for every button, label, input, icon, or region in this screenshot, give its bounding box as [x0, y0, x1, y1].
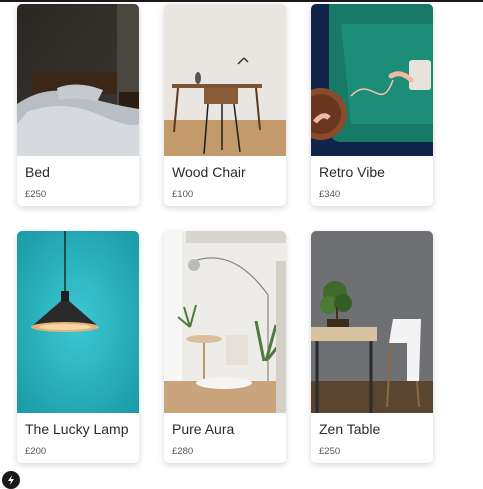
- product-price: £250: [319, 446, 341, 457]
- product-name: Pure Aura: [172, 421, 235, 437]
- wood-chair-photo: [164, 4, 286, 156]
- retro-phone-photo: [311, 4, 433, 156]
- product-price: £250: [25, 189, 47, 200]
- product-name: The Lucky Lamp: [25, 421, 129, 437]
- product-card-lucky-lamp[interactable]: The Lucky Lamp £200: [17, 231, 139, 463]
- pendant-lamp-photo: [17, 231, 139, 413]
- product-name: Retro Vibe: [319, 164, 385, 180]
- product-info: The Lucky Lamp £200: [17, 413, 139, 463]
- product-price: £280: [172, 446, 194, 457]
- bolt-icon: [8, 475, 14, 485]
- product-price: £100: [172, 189, 194, 200]
- product-info: Pure Aura £280: [164, 413, 286, 463]
- product-price: £200: [25, 446, 47, 457]
- product-card-wood-chair[interactable]: Wood Chair £100: [164, 4, 286, 206]
- product-info: Bed £250: [17, 156, 139, 206]
- dev-tools-badge[interactable]: [2, 471, 20, 489]
- bonsai-table-photo: [311, 231, 433, 413]
- product-card-bed[interactable]: Bed £250: [17, 4, 139, 206]
- bright-room-photo: [164, 231, 286, 413]
- product-name: Wood Chair: [172, 164, 246, 180]
- product-info: Retro Vibe £340: [311, 156, 433, 206]
- product-info: Wood Chair £100: [164, 156, 286, 206]
- product-card-retro-vibe[interactable]: Retro Vibe £340: [311, 4, 433, 206]
- product-price: £340: [319, 189, 341, 200]
- product-card-zen-table[interactable]: Zen Table £250: [311, 231, 433, 463]
- product-name: Zen Table: [319, 421, 381, 437]
- bed-photo: [17, 4, 139, 156]
- product-info: Zen Table £250: [311, 413, 433, 463]
- product-card-pure-aura[interactable]: Pure Aura £280: [164, 231, 286, 463]
- top-border: [0, 0, 483, 2]
- product-name: Bed: [25, 164, 50, 180]
